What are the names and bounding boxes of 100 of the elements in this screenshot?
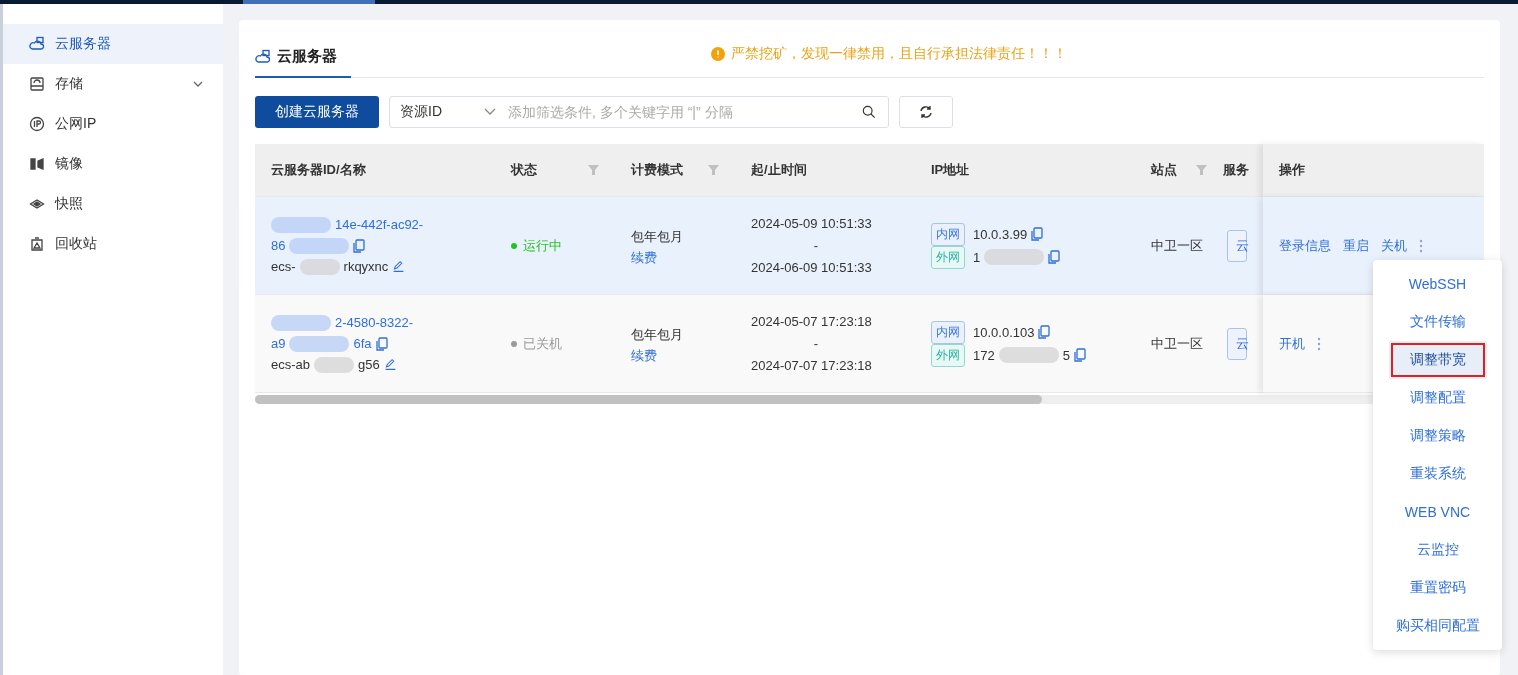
- ip-icon: [29, 116, 45, 132]
- menu-item[interactable]: 文件传输: [1409, 313, 1466, 331]
- status-text: 已关机: [511, 334, 599, 353]
- blurred-block: [271, 314, 331, 331]
- renew-link[interactable]: 续费: [631, 248, 719, 267]
- more-icon[interactable]: [1317, 336, 1321, 351]
- copy-icon: [1048, 250, 1061, 264]
- chevron-down-icon: [193, 79, 203, 89]
- start-time: 2024-05-09 10:51:33: [751, 214, 872, 233]
- text-fragment: ecs-: [271, 258, 296, 276]
- text-fragment: ecs-ab: [271, 356, 311, 374]
- copy-icon: [1073, 348, 1086, 362]
- refresh-icon: [919, 105, 933, 119]
- edit-icon: [392, 260, 406, 273]
- renew-link[interactable]: 续费: [631, 346, 719, 365]
- column-header: 起/止时间: [751, 161, 807, 179]
- text-fragment: 5: [1062, 346, 1070, 365]
- filter-icon[interactable]: [708, 165, 719, 175]
- sidebar-item[interactable]: 公网IP: [3, 104, 223, 144]
- sidebar-item[interactable]: 镜像: [3, 144, 223, 184]
- chevron-down-icon: [484, 107, 496, 117]
- recycle-bin-icon: [29, 236, 45, 252]
- cloud-server-icon: [255, 48, 271, 65]
- network-tag: 内网: [931, 222, 965, 246]
- text-fragment: 10.0.3.99: [973, 225, 1028, 244]
- action-link[interactable]: 登录信息: [1279, 236, 1331, 255]
- copy-icon: [1031, 227, 1044, 241]
- blurred-block: [998, 347, 1059, 363]
- column-header: 服务: [1223, 161, 1249, 179]
- menu-item[interactable]: 购买相同配置: [1395, 617, 1480, 635]
- text-fragment: 172: [973, 346, 995, 365]
- column-header: 站点: [1151, 161, 1177, 179]
- page-tab[interactable]: 云服务器: [255, 47, 351, 78]
- menu-item[interactable]: WEB VNC: [1404, 504, 1471, 520]
- cloud-server-icon: [29, 36, 45, 52]
- server-id-text[interactable]: 2-4580-8322-: [335, 312, 414, 333]
- action-link[interactable]: 关机: [1381, 236, 1407, 255]
- warning-text: 严禁挖矿，发现一律禁用，且自行承担法律责任！！！: [731, 45, 1067, 63]
- search-field[interactable]: 资源ID 添加筛选条件, 多个关键字用 “|” 分隔: [389, 96, 889, 128]
- menu-item[interactable]: 调整带宽: [1388, 341, 1487, 379]
- create-server-button[interactable]: 创建云服务器: [255, 96, 379, 128]
- network-tag: 内网: [931, 320, 965, 344]
- time-separator: -: [812, 334, 820, 353]
- end-time: 2024-06-09 10:51:33: [751, 258, 872, 277]
- filter-icon[interactable]: [588, 165, 599, 175]
- menu-item[interactable]: 云监控: [1416, 541, 1459, 559]
- sidebar-item[interactable]: 回收站: [3, 224, 223, 264]
- blurred-block: [289, 335, 350, 352]
- copy-icon: [1038, 325, 1051, 339]
- billing-mode: 包年包月: [631, 227, 684, 246]
- blurred-block: [984, 249, 1045, 265]
- network-tag: 外网: [931, 245, 965, 269]
- blurred-block: [299, 258, 340, 275]
- network-tag: 外网: [931, 343, 965, 367]
- column-header: 状态: [511, 161, 537, 179]
- copy-icon: [353, 238, 366, 253]
- more-icon[interactable]: [1419, 238, 1423, 253]
- end-time: 2024-07-07 17:23:18: [751, 356, 872, 375]
- text-fragment: 1: [973, 248, 981, 267]
- blurred-block: [271, 216, 331, 233]
- service-button[interactable]: 云: [1227, 229, 1247, 262]
- server-id-text[interactable]: 6fa: [353, 333, 372, 354]
- text-fragment: g56: [358, 356, 380, 374]
- refresh-button[interactable]: [899, 96, 953, 128]
- drive-icon: [29, 76, 45, 92]
- blurred-block: [314, 356, 355, 373]
- service-button[interactable]: 云: [1227, 327, 1247, 360]
- site-text: 中卫一区: [1151, 334, 1204, 353]
- column-header: 操作: [1279, 161, 1305, 179]
- text-fragment: rkqyxnc: [343, 258, 389, 276]
- start-time: 2024-05-07 17:23:18: [751, 312, 872, 331]
- edit-icon: [383, 358, 397, 371]
- filter-key-select[interactable]: 资源ID: [400, 103, 496, 121]
- mirror-icon: [29, 156, 45, 172]
- site-text: 中卫一区: [1151, 236, 1204, 255]
- menu-item[interactable]: WebSSH: [1408, 276, 1467, 292]
- action-link[interactable]: 开机: [1279, 334, 1305, 353]
- status-text: 运行中: [511, 236, 599, 255]
- menu-item[interactable]: 调整策略: [1409, 427, 1466, 445]
- menu-item[interactable]: 重置密码: [1409, 579, 1466, 597]
- search-icon: [862, 105, 876, 119]
- scrollbar-thumb[interactable]: [255, 395, 1042, 404]
- sidebar-item[interactable]: 快照: [3, 184, 223, 224]
- sidebar-item[interactable]: 存储: [3, 64, 223, 104]
- tab-label: 云服务器: [277, 47, 337, 66]
- warning-icon: [711, 47, 725, 61]
- action-link[interactable]: 重启: [1343, 236, 1369, 255]
- filter-icon[interactable]: [1196, 165, 1207, 175]
- column-header: 计费模式: [631, 161, 683, 179]
- server-id-text[interactable]: a9: [271, 333, 286, 354]
- server-id-text[interactable]: 14e-442f-ac92-: [335, 214, 424, 235]
- sidebar-item[interactable]: 云服务器: [3, 24, 223, 64]
- column-header: 云服务器ID/名称: [271, 161, 366, 179]
- column-header: IP地址: [931, 161, 970, 179]
- menu-item[interactable]: 重装系统: [1409, 465, 1466, 483]
- text-fragment: 10.0.0.103: [973, 323, 1035, 342]
- time-separator: -: [812, 236, 820, 255]
- server-id-text[interactable]: 86: [271, 235, 286, 256]
- copy-icon: [375, 336, 388, 351]
- menu-item[interactable]: 调整配置: [1409, 389, 1466, 407]
